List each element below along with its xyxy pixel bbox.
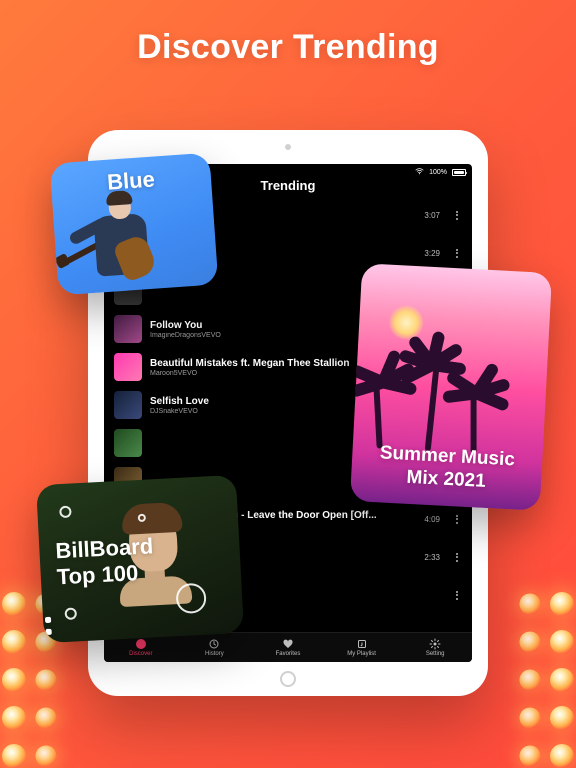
more-icon[interactable] xyxy=(452,591,462,600)
track-thumb xyxy=(114,391,142,419)
track-duration: 2:33 xyxy=(424,553,440,562)
dot-grid-icon xyxy=(36,617,52,643)
more-icon[interactable] xyxy=(452,553,462,562)
promo-card-summer[interactable]: Summer Music Mix 2021 xyxy=(350,263,552,511)
guitarist-illustration xyxy=(58,186,195,295)
track-duration: 3:29 xyxy=(424,249,440,258)
sun-illustration xyxy=(388,305,424,341)
hero-title: Discover Trending xyxy=(0,28,576,67)
app-store-slide: Discover Trending 100% Trending ifferent… xyxy=(0,0,576,768)
tab-label: My Playlist xyxy=(347,651,376,657)
wifi-icon xyxy=(415,168,424,177)
tab-label: Setting xyxy=(426,651,445,657)
heart-icon xyxy=(282,638,294,650)
decorative-ring xyxy=(64,607,77,620)
tab-label: Discover xyxy=(129,651,152,657)
battery-percent: 100% xyxy=(429,169,447,176)
track-duration: 3:07 xyxy=(424,211,440,220)
tab-setting[interactable]: Setting xyxy=(398,633,472,662)
more-icon[interactable] xyxy=(452,249,462,258)
card-title-line1: BillBoard xyxy=(55,533,154,564)
track-duration: 4:09 xyxy=(424,515,440,524)
more-icon[interactable] xyxy=(452,515,462,524)
track-thumb xyxy=(114,353,142,381)
card-title: Summer Music Mix 2021 xyxy=(351,441,543,496)
promo-card-blue[interactable]: Blue xyxy=(50,153,219,296)
card-title: BillBoard Top 100 xyxy=(55,533,155,591)
promo-card-billboard[interactable]: BillBoard Top 100 xyxy=(36,475,244,643)
tab-history[interactable]: History xyxy=(178,633,252,662)
clock-icon xyxy=(208,638,220,650)
gear-icon xyxy=(429,638,441,650)
status-bar: 100% xyxy=(415,168,466,177)
palm-illustration xyxy=(471,389,480,453)
compass-icon xyxy=(135,638,147,650)
card-title-line2: Top 100 xyxy=(56,560,155,591)
tab-my-playlist[interactable]: My Playlist xyxy=(325,633,399,662)
palm-illustration xyxy=(425,361,436,451)
palm-illustration xyxy=(377,378,387,448)
decorative-ring xyxy=(175,583,207,615)
tab-favorites[interactable]: Favorites xyxy=(251,633,325,662)
more-icon[interactable] xyxy=(452,211,462,220)
playlist-icon xyxy=(356,638,368,650)
battery-icon xyxy=(452,169,466,176)
tab-label: Favorites xyxy=(276,651,301,657)
track-thumb xyxy=(114,429,142,457)
camera-dot xyxy=(285,144,291,150)
home-button[interactable] xyxy=(280,671,296,687)
track-thumb xyxy=(114,315,142,343)
tab-label: History xyxy=(205,651,224,657)
decorative-ring xyxy=(59,506,72,519)
